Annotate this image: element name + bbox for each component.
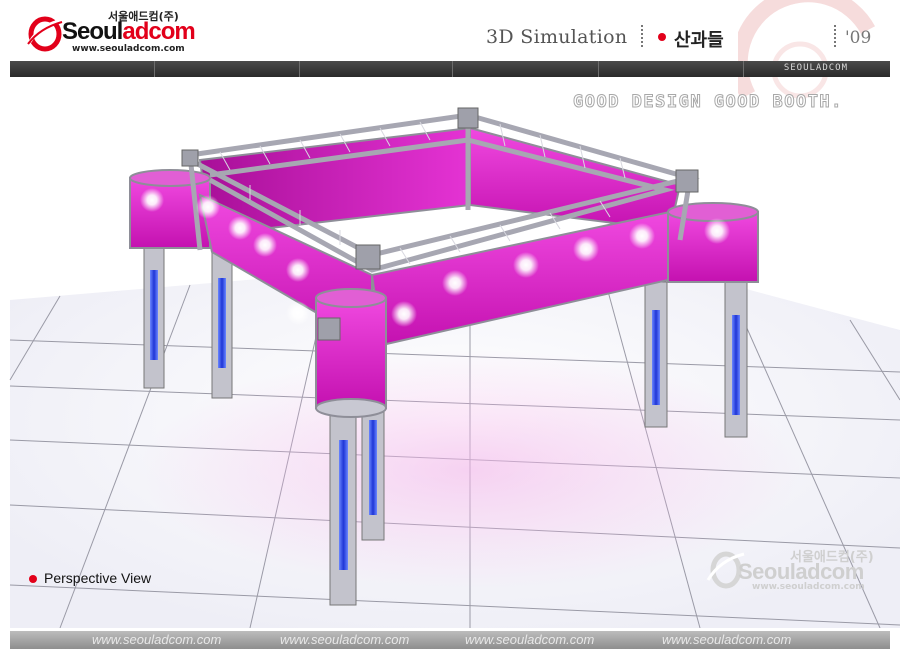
nav-cell[interactable] xyxy=(10,61,155,77)
nav-brand-label: SEOULADCOM xyxy=(783,63,848,73)
nav-bar: SEOULADCOM xyxy=(10,61,890,77)
header: 서울애드컴(주) Seouladcom www.seouladcom.com 3… xyxy=(0,0,900,99)
front-cylinder xyxy=(315,288,387,418)
logo-swoosh-icon xyxy=(27,16,65,52)
footer-url[interactable]: www.seouladcom.com xyxy=(662,632,791,647)
footer-url[interactable]: www.seouladcom.com xyxy=(280,632,409,647)
header-separator xyxy=(834,25,836,47)
project-name: 산과들 xyxy=(674,30,724,51)
nav-cell[interactable] xyxy=(453,61,599,77)
logo-name-prefix: Seoul xyxy=(62,18,123,45)
footer-url[interactable]: www.seouladcom.com xyxy=(92,632,221,647)
floor-reflection xyxy=(140,350,800,590)
red-bullet-icon xyxy=(658,33,666,41)
nav-cell[interactable] xyxy=(155,61,300,77)
header-separator xyxy=(641,25,643,47)
nav-cell[interactable] xyxy=(599,61,744,77)
nav-cell[interactable] xyxy=(300,61,453,77)
watermark-url: www.seouladcom.com xyxy=(752,582,865,592)
red-bullet-icon xyxy=(29,575,37,583)
booth-render xyxy=(9,107,900,628)
project-year: '09 xyxy=(845,28,872,48)
logo-name-suffix: adcom xyxy=(122,18,195,45)
footer-url[interactable]: www.seouladcom.com xyxy=(465,632,594,647)
simulation-title: 3D Simulation xyxy=(486,26,628,48)
logo-wordmark[interactable]: Seouladcom xyxy=(62,18,196,46)
view-label: Perspective View xyxy=(44,570,152,586)
logo-url: www.seouladcom.com xyxy=(72,44,185,54)
